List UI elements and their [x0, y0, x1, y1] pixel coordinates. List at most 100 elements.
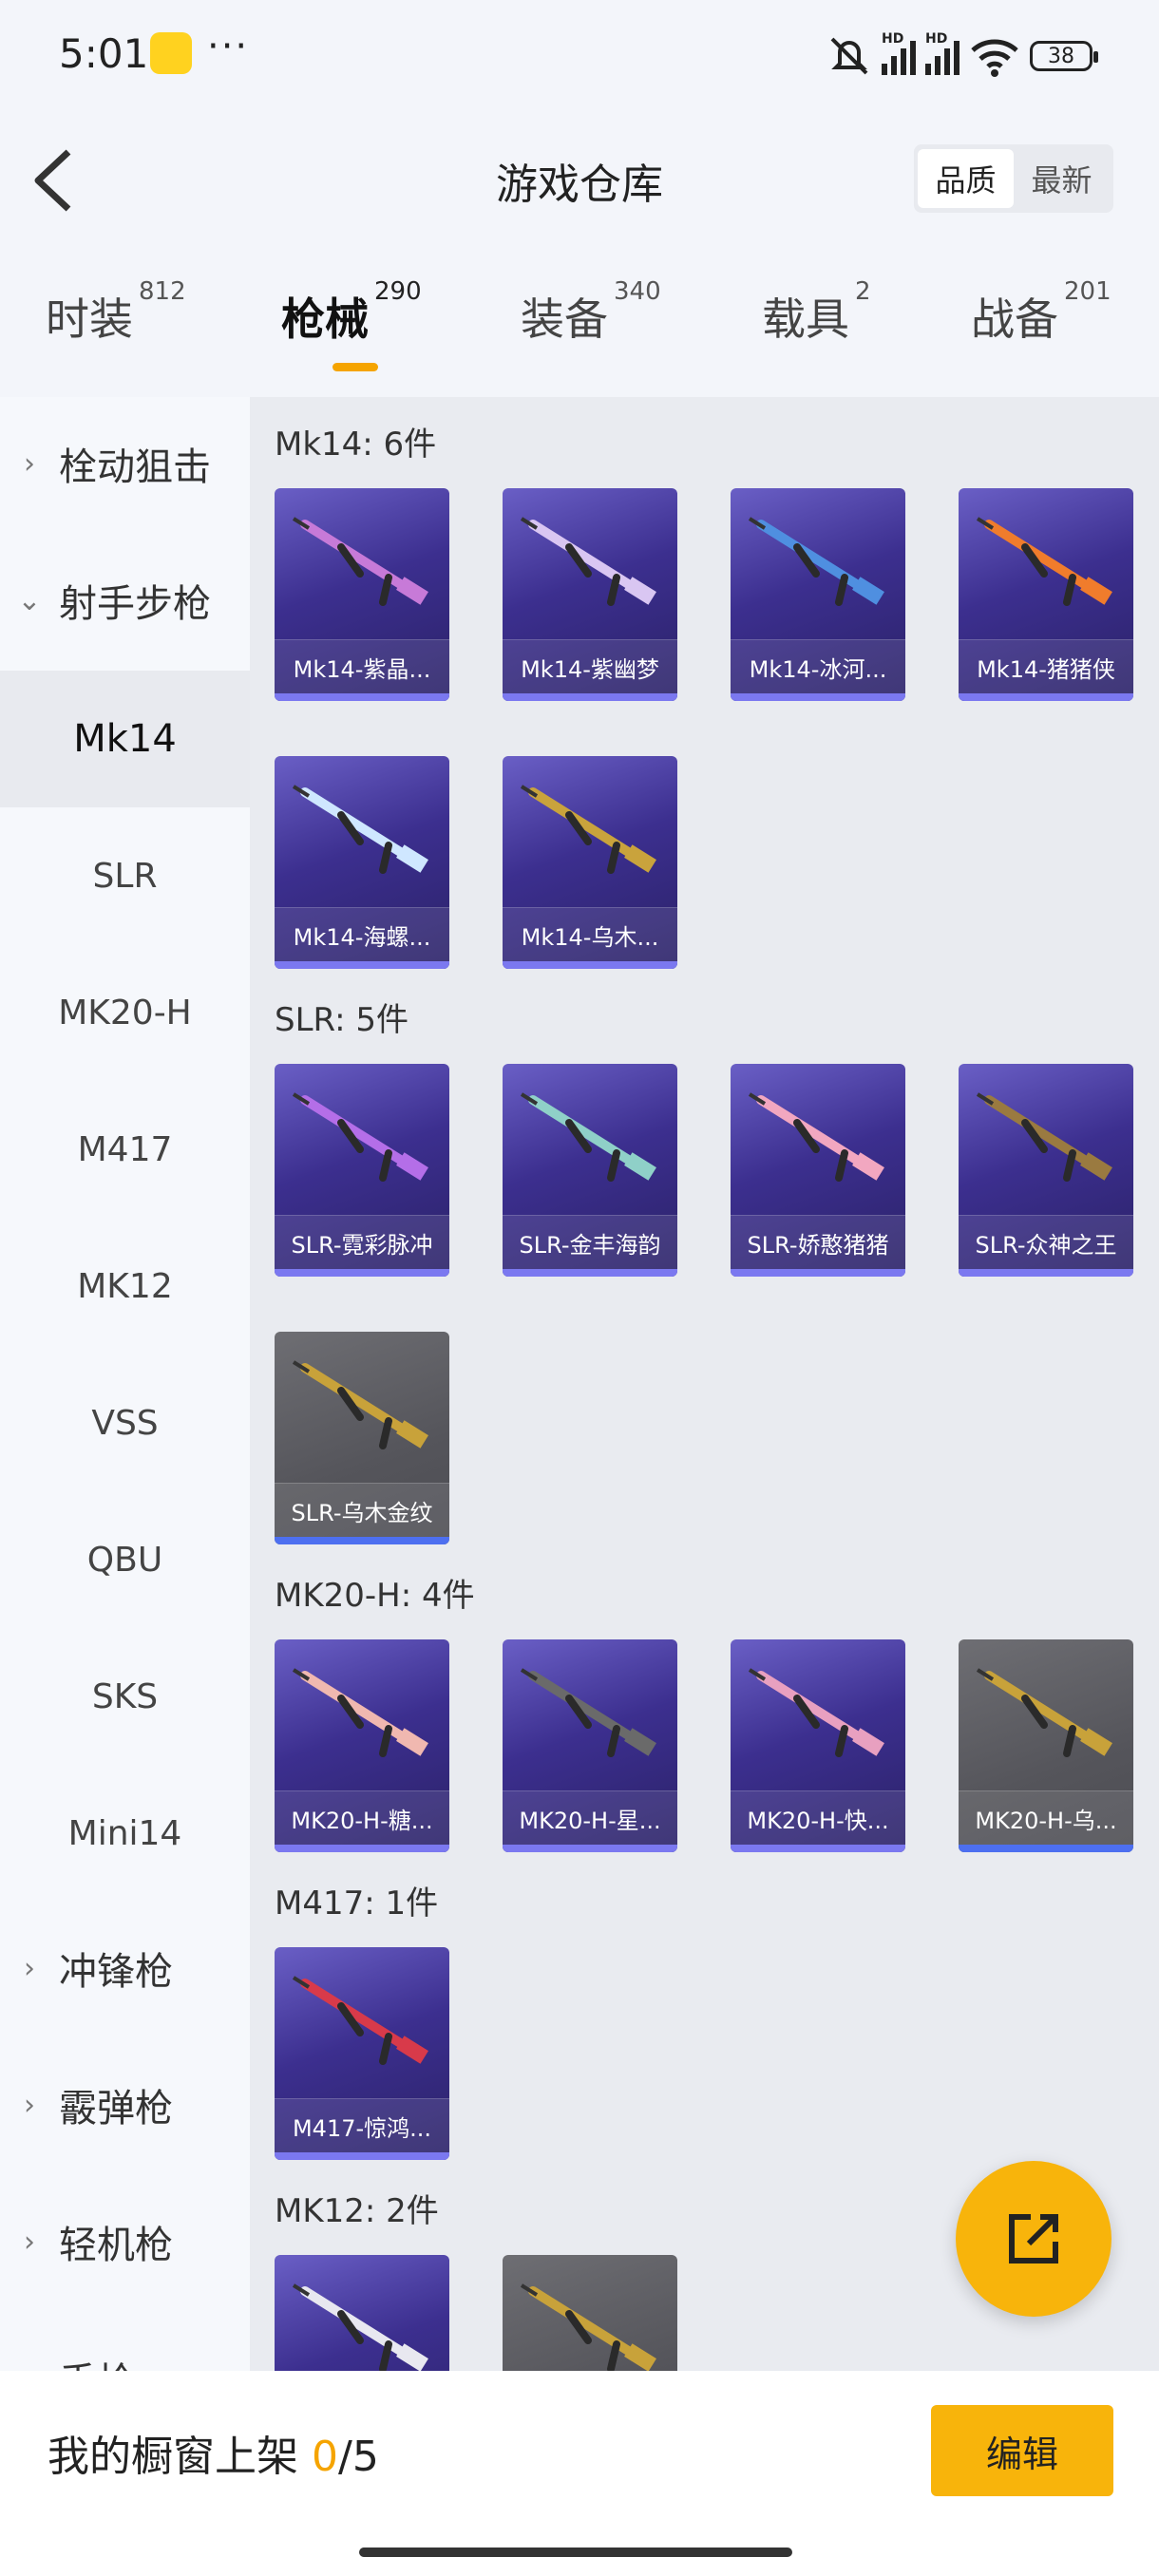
- rarity-bar: [959, 693, 1133, 701]
- section-title-mk20h: MK20-H: 4件: [275, 1577, 475, 1615]
- item-card[interactable]: Mk14-紫幽梦: [503, 488, 677, 701]
- tab-tactical[interactable]: 战备201: [971, 277, 1112, 348]
- item-card[interactable]: SLR-金丰海韵: [503, 1064, 677, 1277]
- item-name: Mk14-乌木...: [503, 907, 677, 961]
- weapon-image: [292, 1668, 428, 1757]
- item-card[interactable]: Mk14-冰河...: [731, 488, 905, 701]
- signal-icon-2: HD: [925, 31, 960, 75]
- rarity-bar: [275, 1537, 449, 1544]
- weapon-image: [292, 2283, 428, 2373]
- tab-fashion[interactable]: 时装812: [46, 277, 186, 348]
- weapon-image: [292, 785, 428, 874]
- sidebar-cat-bolt-sniper[interactable]: › 栓动狙击: [0, 397, 250, 530]
- rarity-bar: [503, 1845, 677, 1852]
- battery-icon: 38: [1030, 41, 1098, 71]
- tab-vehicles[interactable]: 载具2: [762, 277, 871, 348]
- sidebar-cat-shotgun[interactable]: › 霰弹枪: [0, 2038, 250, 2171]
- item-name: MK20-H-糖...: [275, 1790, 449, 1845]
- status-bar: 5:01 ··· HD HD 38: [0, 0, 1159, 114]
- item-card[interactable]: Mk14-海螺...: [275, 756, 449, 969]
- weapon-image: [976, 517, 1112, 606]
- sidebar-cat-pistol[interactable]: ›手枪: [0, 2312, 250, 2373]
- sidebar-item-mini14[interactable]: Mini14: [0, 1765, 250, 1902]
- sidebar-item-mk14[interactable]: Mk14: [0, 671, 250, 807]
- sidebar-cat-lmg[interactable]: › 轻机枪: [0, 2175, 250, 2308]
- item-card[interactable]: MK20-H-乌...: [959, 1639, 1133, 1852]
- sidebar-item-mk20h[interactable]: MK20-H: [0, 944, 250, 1081]
- mute-icon: [830, 37, 868, 75]
- rarity-bar: [959, 1845, 1133, 1852]
- showcase-status: 我的橱窗上架 0/5: [48, 2433, 379, 2481]
- item-card[interactable]: [503, 2255, 677, 2373]
- rarity-bar: [275, 1269, 449, 1277]
- weapon-image: [292, 1976, 428, 2065]
- item-card[interactable]: SLR-霓彩脉冲: [275, 1064, 449, 1277]
- sidebar-cat-smg[interactable]: › 冲锋枪: [0, 1902, 250, 2035]
- sidebar-item-sks[interactable]: SKS: [0, 1628, 250, 1765]
- sort-quality[interactable]: 品质: [918, 149, 1014, 208]
- item-grid: Mk14: 6件 Mk14-紫晶... Mk14-紫幽梦 Mk14-冰河... …: [250, 397, 1159, 2373]
- signal-icon: HD: [882, 31, 916, 75]
- item-card[interactable]: SLR-乌木金纹: [275, 1332, 449, 1544]
- rarity-bar: [731, 1845, 905, 1852]
- item-name: Mk14-猪猪侠: [959, 639, 1133, 693]
- weapon-image: [520, 1668, 656, 1757]
- share-button[interactable]: [956, 2161, 1112, 2317]
- sidebar-item-vss[interactable]: VSS: [0, 1354, 250, 1491]
- chevron-right-icon: ›: [24, 446, 35, 481]
- item-name: Mk14-紫幽梦: [503, 639, 677, 693]
- weapon-image: [976, 1092, 1112, 1182]
- item-card[interactable]: M417-惊鸿...: [275, 1947, 449, 2160]
- item-name: MK20-H-乌...: [959, 1790, 1133, 1845]
- rarity-bar: [275, 693, 449, 701]
- weapon-image: [520, 1092, 656, 1182]
- weapon-image: [292, 517, 428, 606]
- share-external-icon: [1009, 2214, 1058, 2263]
- item-name: Mk14-冰河...: [731, 639, 905, 693]
- chevron-right-icon: ›: [24, 2088, 35, 2122]
- rarity-bar: [731, 1269, 905, 1277]
- tab-active-indicator: [332, 363, 378, 371]
- item-card[interactable]: MK20-H-快...: [731, 1639, 905, 1852]
- rarity-bar: [275, 961, 449, 969]
- item-card[interactable]: MK20-H-星...: [503, 1639, 677, 1852]
- edit-button[interactable]: 编辑: [931, 2405, 1113, 2496]
- sidebar-item-m417[interactable]: M417: [0, 1081, 250, 1218]
- item-card[interactable]: SLR-娇憨猪猪: [731, 1064, 905, 1277]
- rarity-bar: [275, 1845, 449, 1852]
- item-card[interactable]: Mk14-紫晶...: [275, 488, 449, 701]
- rarity-bar: [731, 693, 905, 701]
- item-name: MK20-H-快...: [731, 1790, 905, 1845]
- rarity-bar: [503, 1269, 677, 1277]
- app-notification-icon: [150, 32, 192, 74]
- sidebar-item-qbu[interactable]: QBU: [0, 1491, 250, 1628]
- rarity-bar: [959, 1269, 1133, 1277]
- weapon-image: [292, 1092, 428, 1182]
- sidebar-cat-marksman[interactable]: ⌄ 射手步枪: [0, 534, 250, 667]
- sort-latest[interactable]: 最新: [1014, 149, 1110, 208]
- status-time: 5:01: [59, 30, 149, 77]
- showcase-total: /5: [338, 2433, 379, 2481]
- item-name: SLR-霓彩脉冲: [275, 1215, 449, 1269]
- tab-firearms[interactable]: 枪械290: [281, 277, 422, 348]
- item-card[interactable]: SLR-众神之王: [959, 1064, 1133, 1277]
- item-card[interactable]: Mk14-猪猪侠: [959, 488, 1133, 701]
- weapon-image: [520, 2283, 656, 2373]
- weapon-image: [748, 1092, 884, 1182]
- item-card[interactable]: [275, 2255, 449, 2373]
- item-card[interactable]: MK20-H-糖...: [275, 1639, 449, 1852]
- sidebar-item-slr[interactable]: SLR: [0, 807, 250, 944]
- home-indicator[interactable]: [359, 2548, 792, 2557]
- rarity-bar: [503, 693, 677, 701]
- tab-equipment[interactable]: 装备340: [521, 277, 661, 348]
- item-name: SLR-娇憨猪猪: [731, 1215, 905, 1269]
- item-name: SLR-乌木金纹: [275, 1483, 449, 1537]
- weapon-image: [520, 517, 656, 606]
- item-name: SLR-众神之王: [959, 1215, 1133, 1269]
- weapon-image: [976, 1668, 1112, 1757]
- sidebar-item-mk12[interactable]: MK12: [0, 1218, 250, 1354]
- sort-toggle[interactable]: 品质 最新: [914, 144, 1113, 213]
- chevron-down-icon: ⌄: [17, 583, 42, 617]
- section-title-m417: M417: 1件: [275, 1885, 439, 1923]
- item-card[interactable]: Mk14-乌木...: [503, 756, 677, 969]
